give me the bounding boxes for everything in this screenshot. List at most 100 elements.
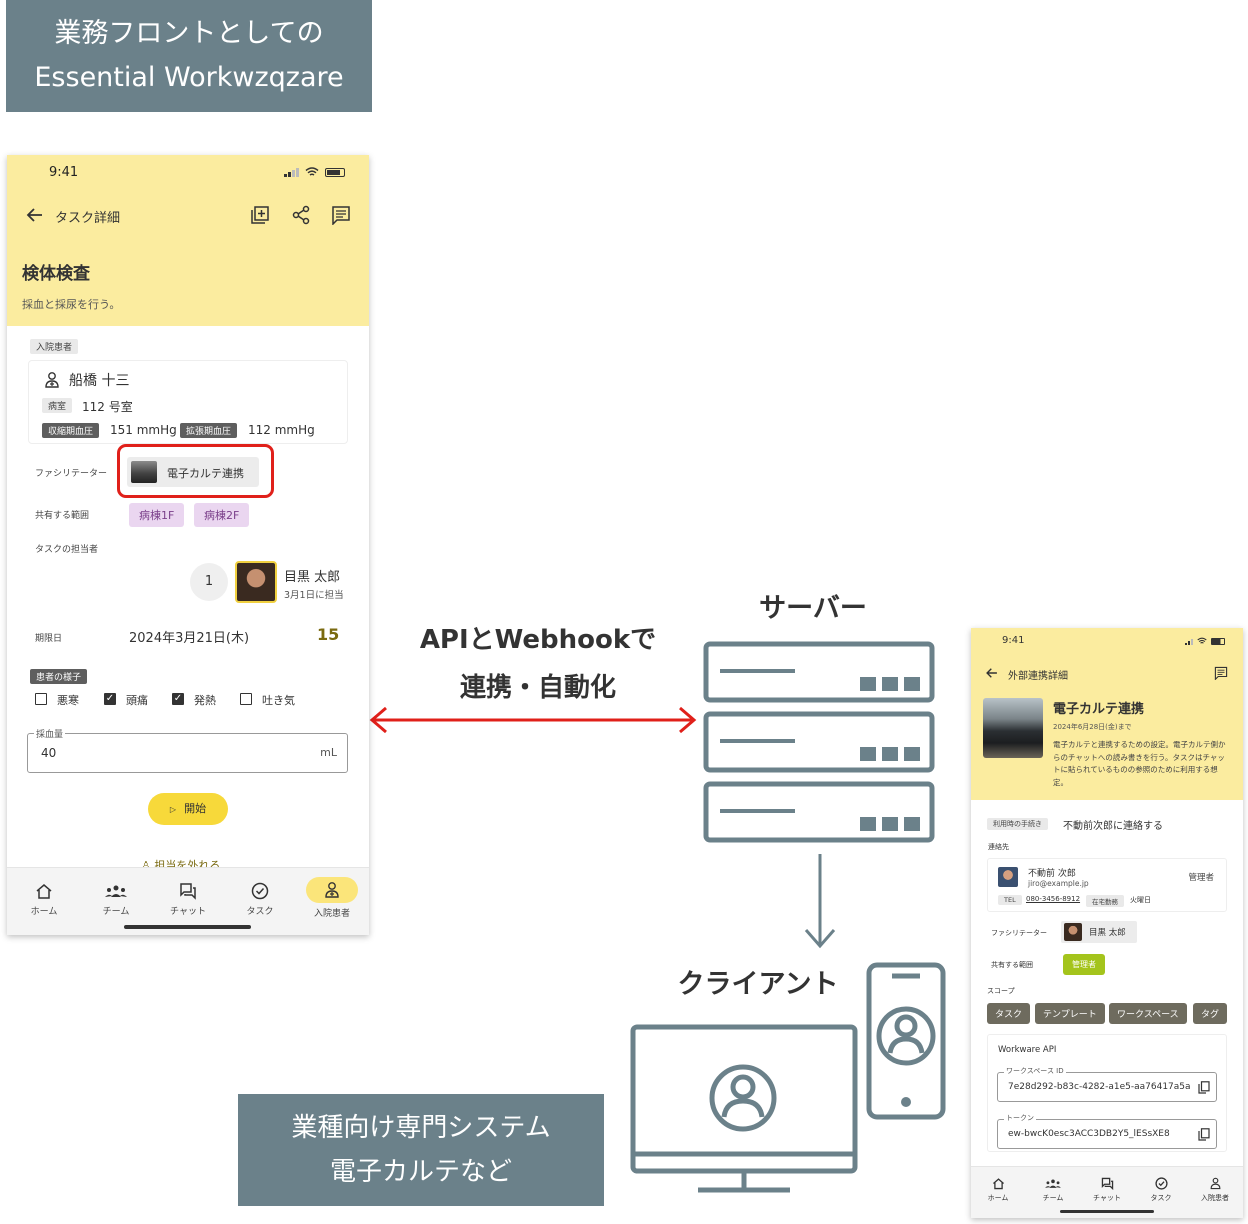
home-indicator [1060, 1210, 1154, 1213]
nav-inpatient[interactable]: 入院患者 [302, 877, 362, 919]
signal-icon [284, 168, 299, 177]
nav-label: チャット [1093, 1194, 1121, 1202]
play-icon: ▷ [169, 805, 177, 814]
nav-active-indicator [306, 877, 358, 903]
token-value: ew-bwcK0esc3ACC3DB2Y5_lESsXE8 [1008, 1129, 1170, 1139]
chat-icon[interactable] [1214, 666, 1228, 680]
client-label: クライアント [677, 969, 839, 1000]
home-icon [36, 884, 52, 899]
back-arrow-icon[interactable] [25, 205, 45, 225]
task-title: 検体検査 [22, 264, 90, 284]
blood-volume-unit: mL [320, 746, 337, 759]
scope-template[interactable]: テンプレート [1035, 1003, 1105, 1024]
assignee-name: 目黒 太郎 [284, 570, 341, 585]
task-check-icon [1154, 1177, 1168, 1190]
blood-volume-value: 40 [41, 746, 57, 760]
nav-team[interactable]: チーム [86, 882, 146, 917]
room-tag: 病室 [42, 398, 73, 413]
due-days: 15 [317, 625, 340, 644]
contact-avatar [998, 867, 1018, 887]
share-icon[interactable] [291, 205, 311, 225]
contact-role: 管理者 [1188, 873, 1214, 883]
blood-volume-field[interactable]: 採血量 40 mL [27, 727, 348, 773]
contact-tag: 連絡先 [988, 843, 1009, 851]
token-label: トークン [1004, 1113, 1036, 1123]
scope-workspace[interactable]: ワークスペース [1109, 1003, 1187, 1024]
nav-chat[interactable]: チャット [1086, 1177, 1128, 1203]
copy-icon[interactable] [1198, 1081, 1210, 1094]
chat-bubbles-icon [180, 883, 196, 900]
nav-task[interactable]: タスク [1140, 1177, 1182, 1203]
status-bar: 9:41 [7, 155, 369, 189]
bottom-label-line2: 電子カルテなど [329, 1157, 512, 1187]
nav-home[interactable]: ホーム [14, 882, 74, 917]
desktop-client-icon [630, 1024, 858, 1193]
inpatient-icon [325, 882, 339, 898]
nav-label: ホーム [987, 1194, 1009, 1202]
nav-task[interactable]: タスク [230, 882, 290, 917]
bottom-navigation: ホーム チーム チャット タスク 入院患者 [7, 867, 369, 935]
inpatient-icon [1210, 1177, 1220, 1190]
facilitator-chip[interactable]: 目黒 太郎 [1061, 921, 1137, 943]
scope-chip-2f[interactable]: 病棟2F [194, 503, 250, 527]
status-time: 9:41 [1002, 635, 1025, 646]
tel-value[interactable]: 080-3456-8912 [1026, 895, 1080, 903]
highlight-frame [117, 444, 274, 498]
top-app-bar: タスク詳細 [7, 199, 369, 233]
patient-card[interactable]: 船橋 十三 病室 112 号室 収縮期血圧 151 mmHg 拡張期血圧 112… [28, 360, 348, 444]
battery-icon [1211, 638, 1225, 645]
contact-card[interactable]: 不動前 次郎 jiro@example.jp 管理者 TEL 080-3456-… [987, 858, 1227, 912]
top-label: 業務フロントとしての Essential Workwzqzare [6, 0, 372, 112]
status-time: 9:41 [49, 165, 79, 180]
nav-label: タスク [246, 907, 274, 917]
check-label: 頭痛 [126, 694, 148, 707]
top-label-line1: 業務フロントとしての [54, 18, 324, 49]
nav-chat[interactable]: チャット [158, 882, 218, 917]
token-field[interactable]: トークン ew-bwcK0esc3ACC3DB2Y5_lESsXE8 [997, 1113, 1217, 1149]
add-to-library-icon[interactable] [250, 205, 270, 225]
copy-icon[interactable] [1198, 1128, 1210, 1141]
checkbox-empty-icon [35, 693, 47, 705]
room-value: 112 号室 [82, 400, 133, 414]
start-button[interactable]: ▷ 開始 [148, 793, 228, 825]
workspace-id-label: ワークスペース ID [1004, 1066, 1066, 1076]
back-arrow-icon[interactable] [985, 666, 999, 680]
nav-label: ホーム [30, 907, 58, 917]
nav-inpatient[interactable]: 入院患者 [1194, 1177, 1236, 1203]
page-title: 外部連携詳細 [1008, 671, 1068, 682]
scope-task[interactable]: タスク [987, 1003, 1031, 1024]
server-label: サーバー [759, 593, 867, 624]
start-button-label: 開始 [184, 802, 207, 815]
diastolic-value: 112 mmHg [248, 423, 315, 437]
assignee-count[interactable]: 1 [190, 563, 228, 601]
top-label-line2: Essential Workwzqzare [34, 62, 344, 93]
patient-icon [45, 372, 59, 388]
scope-tag[interactable]: タグ [1193, 1003, 1228, 1024]
assignee-avatar[interactable] [235, 561, 277, 603]
scope-label: 共有する範囲 [35, 511, 90, 521]
api-title: Workware API [998, 1045, 1057, 1055]
checkbox-checked-icon: ✓ [172, 693, 184, 705]
integration-deadline: 2024年6月28日(金)まで [1053, 723, 1132, 731]
nav-team[interactable]: チーム [1032, 1177, 1074, 1203]
chat-bubbles-icon [1101, 1177, 1113, 1190]
nav-label: チャット [170, 907, 206, 917]
due-date[interactable]: 2024年3月21日(木) [129, 627, 249, 646]
scope-chip-1f[interactable]: 病棟1F [129, 503, 185, 527]
scope-chip-admin[interactable]: 管理者 [1063, 954, 1105, 975]
contact-email: jiro@example.jp [1028, 879, 1089, 888]
workspace-id-field[interactable]: ワークスペース ID 7e28d292-b83c-4282-a1e5-aa764… [997, 1066, 1217, 1102]
patient-tag: 入院患者 [30, 339, 79, 354]
chat-icon[interactable] [331, 205, 351, 225]
nav-label: チーム [102, 907, 130, 917]
diastolic-tag: 拡張期血圧 [180, 423, 238, 438]
wifi-icon [1197, 637, 1207, 644]
status-tag: 在宅勤務 [1086, 895, 1124, 907]
check-label: 吐き気 [262, 694, 295, 707]
home-indicator [124, 925, 251, 929]
integration-title: 電子カルテ連携 [1053, 702, 1145, 717]
nav-home[interactable]: ホーム [977, 1177, 1019, 1203]
api-card: Workware API ワークスペース ID 7e28d292-b83c-42… [987, 1034, 1227, 1152]
patient-name: 船橋 十三 [69, 373, 130, 389]
tel-tag: TEL [998, 895, 1022, 905]
